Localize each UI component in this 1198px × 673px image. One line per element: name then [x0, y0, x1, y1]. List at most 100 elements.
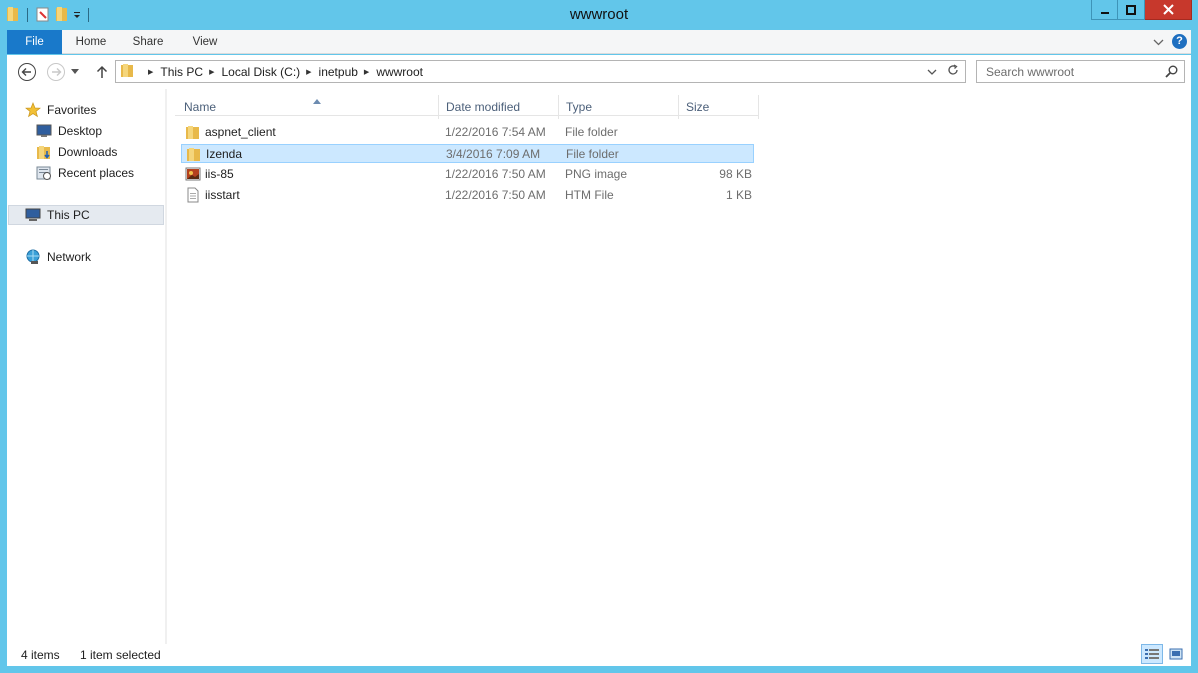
file-row-iisstart[interactable]: iisstart 1/22/2016 7:50 AM HTM File 1 KB: [181, 186, 754, 205]
column-header-date[interactable]: Date modified: [439, 95, 559, 119]
sort-ascending-icon: [313, 93, 321, 107]
file-date: 1/22/2016 7:50 AM: [445, 188, 546, 202]
status-item-count: 4 items: [21, 648, 60, 662]
breadcrumb-separator[interactable]: ▶: [300, 68, 318, 76]
window-title: wwwroot: [569, 6, 629, 23]
nav-network-label: Network: [47, 250, 92, 264]
recent-locations-button[interactable]: [68, 61, 82, 83]
folder-icon: [186, 146, 202, 162]
desktop-icon: [36, 123, 52, 139]
png-image-icon: [185, 166, 201, 182]
nav-recent-places[interactable]: Recent places: [36, 163, 134, 183]
large-icons-view-button[interactable]: [1165, 644, 1187, 664]
tab-home[interactable]: Home: [67, 30, 115, 54]
tab-share[interactable]: Share: [125, 30, 171, 54]
network-icon: [25, 249, 41, 265]
tab-file[interactable]: File: [7, 30, 62, 54]
breadcrumb-separator[interactable]: ▶: [203, 68, 221, 76]
ribbon-right-controls: ?: [1153, 34, 1187, 49]
back-arrow-icon: [18, 63, 36, 81]
maximize-button[interactable]: [1118, 0, 1145, 20]
expand-ribbon-chevron-icon[interactable]: [1153, 35, 1164, 49]
file-type: PNG image: [565, 167, 628, 181]
file-row-aspnet-client[interactable]: aspnet_client 1/22/2016 7:54 AM File fol…: [181, 123, 754, 142]
downloads-icon: [36, 144, 52, 160]
address-history-chevron-icon[interactable]: [927, 65, 937, 79]
nav-downloads-label: Downloads: [58, 145, 118, 159]
view-buttons: [1141, 644, 1187, 664]
maximize-icon: [1126, 4, 1136, 15]
column-header-row: Name Date modified Type Size: [175, 92, 759, 119]
nav-this-pc[interactable]: This PC: [25, 205, 90, 225]
up-button[interactable]: [91, 61, 113, 83]
tab-view[interactable]: View: [183, 30, 227, 54]
forward-arrow-icon: [47, 63, 65, 81]
nav-favorites[interactable]: Favorites: [25, 100, 96, 120]
file-type: HTM File: [565, 188, 614, 202]
breadcrumb-this-pc[interactable]: This PC: [160, 65, 203, 79]
column-name-label: Name: [184, 100, 217, 114]
file-size: 1 KB: [725, 188, 752, 202]
details-view-icon: [1145, 649, 1159, 659]
recent-places-icon: [36, 165, 52, 181]
column-header-type[interactable]: Type: [559, 95, 679, 119]
breadcrumb-separator[interactable]: ▶: [142, 68, 160, 76]
column-size-label: Size: [686, 100, 710, 114]
breadcrumb-local-disk[interactable]: Local Disk (C:): [221, 65, 300, 79]
close-button[interactable]: [1145, 0, 1192, 20]
breadcrumb-wwwroot[interactable]: wwwroot: [376, 65, 423, 79]
file-name: iisstart: [205, 188, 240, 202]
refresh-icon[interactable]: [947, 64, 959, 79]
navigation-pane: Favorites Desktop Downloads Recent place…: [7, 89, 165, 644]
explorer-window: wwwroot File Home Share View ? ▶ This PC…: [0, 0, 1198, 673]
nav-desktop-label: Desktop: [58, 124, 103, 138]
large-icons-view-icon: [1169, 648, 1183, 660]
search-box[interactable]: Search wwwroot: [976, 60, 1185, 83]
status-selection-count: 1 item selected: [80, 648, 161, 662]
window-controls: [1091, 0, 1192, 20]
file-date: 1/22/2016 7:50 AM: [445, 167, 546, 181]
up-arrow-icon: [96, 65, 108, 78]
file-row-izenda[interactable]: Izenda 3/4/2016 7:09 AM File folder: [181, 144, 754, 163]
file-name: Izenda: [206, 147, 243, 161]
address-bar-controls: [927, 64, 959, 79]
file-type: File folder: [566, 147, 619, 161]
nav-network[interactable]: Network: [25, 247, 91, 267]
folder-icon: [185, 124, 201, 140]
column-header-name[interactable]: Name: [177, 95, 439, 119]
ribbon-tabs: File Home Share View ?: [7, 30, 1191, 54]
column-type-label: Type: [566, 100, 593, 114]
file-row-iis-85[interactable]: iis-85 1/22/2016 7:50 AM PNG image 98 KB: [181, 165, 754, 184]
folder-icon: [120, 62, 136, 81]
nav-recent-places-label: Recent places: [58, 166, 135, 180]
nav-this-pc-label: This PC: [47, 208, 90, 222]
breadcrumb-inetpub[interactable]: inetpub: [319, 65, 358, 79]
nav-favorites-label: Favorites: [47, 103, 97, 117]
navigation-bar: ▶ This PC ▶ Local Disk (C:) ▶ inetpub ▶ …: [7, 55, 1191, 89]
details-view-button[interactable]: [1141, 644, 1163, 664]
file-date: 3/4/2016 7:09 AM: [446, 147, 541, 161]
close-icon: [1162, 4, 1174, 15]
htm-file-icon: [185, 187, 201, 203]
nav-downloads[interactable]: Downloads: [36, 142, 117, 162]
back-button[interactable]: [16, 61, 38, 83]
file-name: iis-85: [205, 167, 234, 181]
address-bar[interactable]: ▶ This PC ▶ Local Disk (C:) ▶ inetpub ▶ …: [115, 60, 966, 83]
title-bar: wwwroot: [0, 0, 1198, 30]
search-icon[interactable]: [1165, 65, 1178, 81]
help-button[interactable]: ?: [1172, 34, 1187, 49]
this-pc-icon: [25, 207, 41, 223]
minimize-button[interactable]: [1091, 0, 1118, 20]
nav-desktop[interactable]: Desktop: [36, 121, 102, 141]
file-list: Name Date modified Type Size aspnet_clie…: [167, 89, 1191, 644]
forward-button[interactable]: [45, 61, 67, 83]
chevron-down-icon: [71, 69, 79, 74]
search-input[interactable]: Search wwwroot: [986, 65, 1074, 79]
favorites-star-icon: [25, 102, 41, 118]
file-date: 1/22/2016 7:54 AM: [445, 125, 546, 139]
file-type: File folder: [565, 125, 618, 139]
file-name: aspnet_client: [205, 125, 276, 139]
column-header-size[interactable]: Size: [679, 95, 759, 119]
breadcrumb-separator[interactable]: ▶: [358, 68, 376, 76]
column-date-label: Date modified: [446, 100, 521, 114]
